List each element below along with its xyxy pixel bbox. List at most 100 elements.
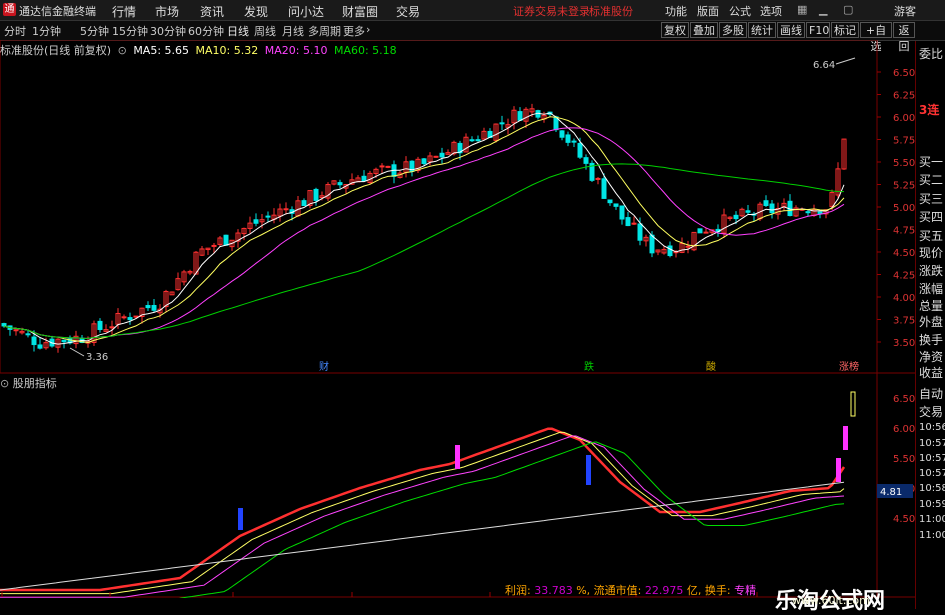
f10-button[interactable]: F10 (806, 22, 830, 38)
candle-body (769, 203, 775, 214)
menu-item-news[interactable]: 资讯 (200, 3, 224, 20)
candle-body (109, 326, 115, 329)
mark-button[interactable]: 标记 (831, 22, 859, 38)
side-panel-label: 3连 (919, 103, 940, 117)
menu-item-function[interactable]: 功能 (665, 3, 687, 19)
side-panel-label: 现价 (919, 246, 944, 260)
candle-body (733, 214, 739, 220)
draw-line-button[interactable]: 画线 (777, 22, 805, 38)
candle-body (151, 304, 157, 311)
login-warning[interactable]: 证券交易未登录 (513, 3, 590, 19)
candle-body (361, 175, 367, 182)
tab-1min[interactable]: 1分钟 (32, 23, 61, 39)
sub-ma-green (178, 441, 845, 598)
price-tick-label: 4.00 (893, 293, 915, 304)
candle-body (1, 323, 7, 327)
maximize-icon[interactable]: ▢ (843, 3, 853, 16)
overlay-button[interactable]: 叠加 (690, 22, 718, 38)
candle-body (97, 320, 103, 330)
tab-monthly[interactable]: 月线 (282, 23, 304, 39)
side-panel-label: 10:58 (919, 483, 945, 494)
tab-60min[interactable]: 60分钟 (188, 23, 224, 39)
side-panel-label: 交易 (919, 405, 944, 419)
tab-more[interactable]: 更多 (343, 23, 365, 39)
chart-area[interactable]: 6.50 6.25 6.00 5.75 5.50 5.25 5.00 4.75 4.50 4.25… (0, 40, 915, 598)
candle-body (145, 305, 151, 309)
guest-user[interactable]: 游客 (894, 3, 916, 19)
low-annotation-arrow (69, 347, 85, 357)
main-chart-frame (0, 40, 878, 374)
candle-body (469, 139, 475, 142)
candle-body (439, 152, 445, 158)
sub-axis-label: 6.00 (893, 424, 915, 435)
side-panel-label: 收益 (919, 366, 944, 380)
side-panel-label: 10:57 (919, 438, 945, 449)
tab-15min[interactable]: 15分钟 (112, 23, 148, 39)
price-tick-label: 4.25 (893, 271, 915, 282)
candle-body (121, 316, 127, 319)
candle-body (211, 244, 217, 247)
candle-body (601, 178, 607, 199)
tab-timeshare[interactable]: 分时 (4, 23, 26, 39)
side-panel-label: 11:00 (919, 514, 945, 525)
candle-body (559, 130, 565, 138)
candle-body (577, 142, 583, 158)
candle-body (475, 139, 481, 142)
settings-icon[interactable]: ⊙ (118, 44, 127, 57)
candle-body (61, 339, 67, 343)
candle-body (433, 155, 439, 158)
price-tick-label: 5.75 (893, 136, 915, 147)
candle-body (499, 122, 505, 125)
menu-item-market[interactable]: 市场 (155, 3, 179, 20)
candle-body (745, 210, 751, 213)
tab-weekly[interactable]: 周线 (254, 23, 276, 39)
candle-body (619, 205, 625, 220)
side-panel-label: 自动 (919, 387, 944, 401)
sub-ma-yellow (0, 431, 845, 595)
menu-item-quotes[interactable]: 行情 (112, 3, 136, 20)
low-price-annotation: 3.36 (86, 352, 108, 363)
candle-body (607, 199, 613, 204)
grid-icon[interactable]: ▦ (797, 3, 807, 16)
menu-item-formula[interactable]: 公式 (729, 3, 751, 19)
tab-30min[interactable]: 30分钟 (150, 23, 186, 39)
minimize-icon[interactable]: ▁ (819, 3, 827, 16)
tab-5min[interactable]: 5分钟 (80, 23, 109, 39)
candle-body (595, 177, 601, 180)
app-name: 通达信金融终端 (19, 5, 96, 18)
side-panel-label: 净资 (919, 350, 944, 364)
menu-item-trade[interactable]: 交易 (396, 3, 420, 20)
chevron-right-icon[interactable]: › (366, 23, 370, 36)
sub-signal-bar (455, 445, 460, 469)
tab-daily[interactable]: 日线 (227, 23, 249, 39)
candle-body (379, 165, 385, 168)
sub-signal-bar (850, 391, 856, 417)
candle-body (565, 134, 571, 143)
sub-signal-bar (843, 426, 848, 450)
sub-main-line (0, 427, 846, 592)
status-line: 利润: 33.783 %, 流通市值: 22.975 亿, 换手: 专精 (505, 582, 756, 598)
ma10-label: MA10: 5.32 (195, 44, 259, 57)
stats-button[interactable]: 统计 (748, 22, 776, 38)
adjust-button[interactable]: 复权 (661, 22, 689, 38)
menu-item-layout[interactable]: 版面 (697, 3, 719, 19)
settings-icon[interactable]: ⊙ (0, 377, 9, 390)
price-tick-label: 6.25 (893, 91, 915, 102)
side-panel-label: 买二 (919, 173, 944, 187)
menu-item-discover[interactable]: 发现 (244, 3, 268, 20)
back-button[interactable]: 返回 (893, 22, 915, 53)
tab-multi-period[interactable]: 多周期 (308, 23, 341, 39)
add-watchlist-button[interactable]: +自选 (860, 22, 892, 53)
menu-item-wealth[interactable]: 财富圈 (342, 3, 378, 20)
candle-body (571, 140, 577, 143)
candle-body (253, 219, 259, 224)
candle-body (31, 336, 37, 346)
multi-stock-button[interactable]: 多股 (719, 22, 747, 38)
side-panel-label: 外盘 (919, 315, 944, 329)
menu-item-options[interactable]: 选项 (760, 3, 782, 19)
candle-body (223, 234, 229, 246)
price-tick-label: 4.75 (893, 226, 915, 237)
ma20-label: MA20: 5.10 (264, 44, 328, 57)
menu-item-ask[interactable]: 问小达 (288, 3, 324, 20)
candle-body (265, 215, 271, 218)
